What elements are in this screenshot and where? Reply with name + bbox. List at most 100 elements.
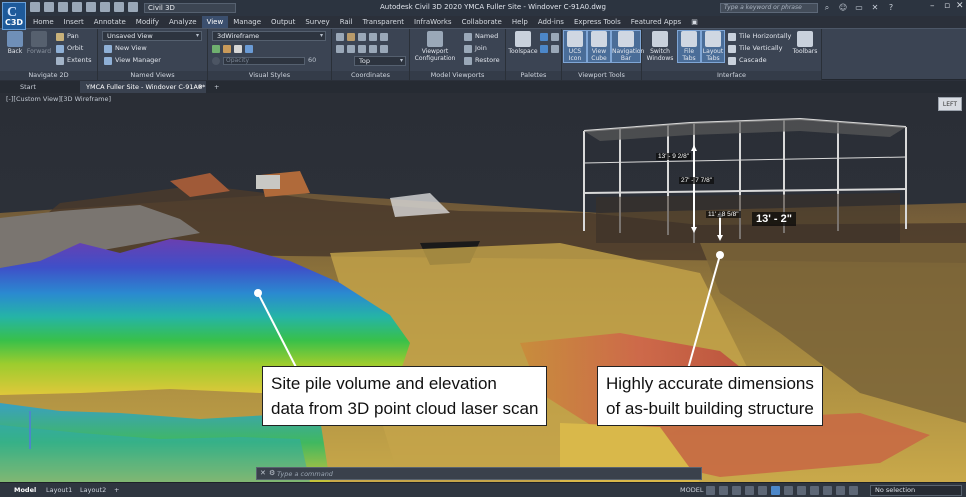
lighting-icon[interactable]: [245, 44, 253, 53]
menu-tab-view[interactable]: View: [201, 16, 229, 28]
ucs-icon-toggle[interactable]: UCS Icon: [563, 30, 587, 63]
cascade-button[interactable]: Cascade: [728, 55, 767, 66]
restore-button[interactable]: Restore: [464, 55, 500, 66]
menu-tab-home[interactable]: Home: [28, 16, 59, 28]
menu-tab-annotate[interactable]: Annotate: [89, 16, 131, 28]
command-customize-icon[interactable]: ⚙: [269, 469, 275, 477]
named-view-dropdown[interactable]: Unsaved View: [102, 31, 202, 41]
switch-windows-button[interactable]: Switch Windows: [646, 31, 674, 62]
customize-status-icon[interactable]: [849, 486, 858, 495]
save-icon[interactable]: [58, 2, 68, 12]
selection-cycling-icon[interactable]: [810, 486, 819, 495]
workspace-dropdown[interactable]: Civil 3D: [144, 3, 236, 13]
share-icon[interactable]: ▣: [686, 16, 703, 28]
ucs-view-dropdown[interactable]: Top: [354, 56, 406, 66]
ucs-z-icon[interactable]: [380, 32, 388, 41]
close-icon[interactable]: ✕: [956, 1, 964, 11]
ortho-icon[interactable]: [732, 486, 741, 495]
menu-tab-rail[interactable]: Rail: [335, 16, 358, 28]
tile-horizontally-button[interactable]: Tile Horizontally: [728, 31, 791, 42]
model-viewport[interactable]: [-][Custom View][3D Wireframe] LEFT 13' …: [0, 93, 966, 482]
layout-tabs-toggle[interactable]: Layout Tabs: [701, 30, 725, 63]
open-icon[interactable]: [44, 2, 54, 12]
print-icon[interactable]: [100, 2, 110, 12]
application-menu-button[interactable]: C C3D: [2, 2, 26, 30]
tab-drawing[interactable]: YMCA Fuller Site - Windover C-91A0* ✕: [80, 81, 206, 93]
search-input[interactable]: Type a keyword or phrase: [720, 3, 818, 13]
menu-tab-analyze[interactable]: Analyze: [164, 16, 202, 28]
undo-icon[interactable]: [114, 2, 124, 12]
pan-button[interactable]: Pan: [56, 31, 79, 42]
menu-tab-express-tools[interactable]: Express Tools: [569, 16, 626, 28]
extents-button[interactable]: Extents: [56, 55, 92, 66]
viewport-controls[interactable]: [-][Custom View][3D Wireframe]: [6, 95, 111, 103]
visual-style-dropdown[interactable]: 3dWireframe: [212, 31, 326, 41]
ucs-world-icon[interactable]: [336, 32, 344, 41]
exchange-icon[interactable]: ✕: [870, 3, 880, 13]
xray-toggle-icon[interactable]: [212, 56, 220, 65]
menu-tab-survey[interactable]: Survey: [300, 16, 334, 28]
navigation-bar-toggle[interactable]: Navigation Bar: [611, 30, 644, 63]
tab-layout1[interactable]: Layout1: [40, 483, 78, 497]
menu-tab-manage[interactable]: Manage: [228, 16, 266, 28]
join-button[interactable]: Join: [464, 43, 487, 54]
search-icon[interactable]: ⌕: [822, 3, 832, 13]
viewcube[interactable]: LEFT: [938, 97, 962, 111]
ucs-y-icon[interactable]: [369, 32, 377, 41]
ucs-origin-icon[interactable]: [347, 32, 355, 41]
viewport-configuration-button[interactable]: Viewport Configuration: [414, 31, 456, 62]
view-cube-toggle[interactable]: View Cube: [587, 30, 611, 63]
grid-icon[interactable]: [706, 486, 715, 495]
back-button[interactable]: Back: [2, 31, 28, 55]
polar-icon[interactable]: [745, 486, 754, 495]
menu-tab-help[interactable]: Help: [507, 16, 533, 28]
opacity-slider[interactable]: Opacity: [223, 56, 305, 65]
toolbars-button[interactable]: Toolbars: [790, 31, 820, 55]
new-view-button[interactable]: New View: [104, 43, 147, 54]
command-close-icon[interactable]: ✕: [260, 469, 266, 477]
face-icon[interactable]: [234, 44, 242, 53]
menu-tab-infraworks[interactable]: InfraWorks: [409, 16, 457, 28]
ucs-zaxis-icon[interactable]: [380, 44, 388, 53]
selection-status[interactable]: No selection: [870, 485, 962, 496]
tile-vertically-button[interactable]: Tile Vertically: [728, 43, 782, 54]
view-manager-button[interactable]: View Manager: [104, 55, 161, 66]
user-icon[interactable]: ☺: [838, 3, 848, 13]
named-viewports-button[interactable]: Named: [464, 31, 498, 42]
tab-layout2[interactable]: Layout2: [74, 483, 112, 497]
redo-icon[interactable]: [128, 2, 138, 12]
close-tab-icon[interactable]: ✕: [198, 81, 203, 93]
add-layout-icon[interactable]: +: [108, 483, 125, 497]
layer-palette-icon[interactable]: [551, 44, 559, 53]
file-tabs-toggle[interactable]: File Tabs: [677, 30, 701, 63]
cart-icon[interactable]: ▭: [854, 3, 864, 13]
ucs-x-icon[interactable]: [358, 32, 366, 41]
ucs-view-icon[interactable]: [336, 44, 344, 53]
isodraft-icon[interactable]: [758, 486, 767, 495]
tool-palette-icon[interactable]: [551, 32, 559, 41]
forward-button[interactable]: Forward: [26, 31, 52, 55]
help-icon[interactable]: ?: [886, 3, 896, 13]
edge-icon[interactable]: [223, 44, 231, 53]
osnap-icon[interactable]: [771, 486, 780, 495]
command-input[interactable]: Type a command: [277, 470, 333, 478]
restore-icon[interactable]: ▫: [944, 1, 950, 11]
toolspace-button[interactable]: Toolspace: [508, 31, 538, 55]
new-icon[interactable]: [30, 2, 40, 12]
tab-start[interactable]: Start: [14, 81, 42, 93]
menu-tab-featured-apps[interactable]: Featured Apps: [626, 16, 686, 28]
annotation-scale-icon[interactable]: [823, 486, 832, 495]
menu-tab-output[interactable]: Output: [266, 16, 300, 28]
menu-tab-insert[interactable]: Insert: [59, 16, 89, 28]
save-as-icon[interactable]: [72, 2, 82, 12]
tab-model[interactable]: Model: [8, 483, 42, 497]
model-space-toggle[interactable]: MODEL: [674, 483, 709, 497]
menu-tab-transparent[interactable]: Transparent: [358, 16, 409, 28]
ucs-3point-icon[interactable]: [369, 44, 377, 53]
ucs-object-icon[interactable]: [347, 44, 355, 53]
ucs-face-icon[interactable]: [358, 44, 366, 53]
orbit-button[interactable]: Orbit: [56, 43, 83, 54]
menu-tab-add-ins[interactable]: Add-ins: [533, 16, 569, 28]
properties-palette-icon[interactable]: [540, 32, 548, 41]
design-center-icon[interactable]: [540, 44, 548, 53]
